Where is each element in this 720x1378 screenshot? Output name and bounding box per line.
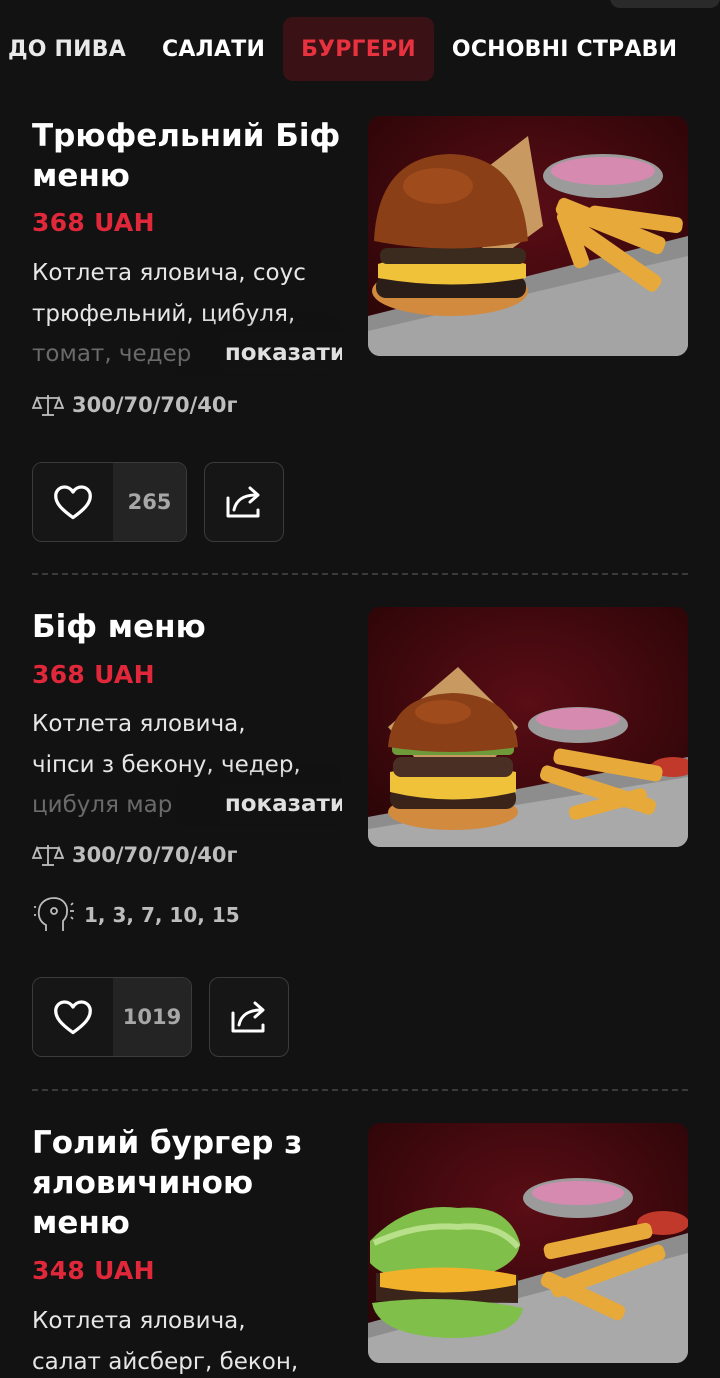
burger-photo-image: [368, 1123, 688, 1363]
dish-weight: 300/70/70/40г: [32, 842, 238, 868]
like-count: 265: [113, 463, 186, 541]
tab-label: ДО ПИВА: [8, 36, 126, 62]
description-line: Котлета яловича, соус: [32, 260, 306, 286]
description-line: чіпси з бекону, чедер,: [32, 751, 301, 778]
dish-price: 368 UAH: [32, 660, 155, 689]
burger-photo-image: [368, 116, 688, 356]
dish-price: 368 UAH: [32, 208, 155, 237]
tab-salaty[interactable]: САЛАТИ: [144, 17, 283, 81]
dish-description: Котлета яловича, чіпси з бекону, чедер, …: [32, 704, 342, 826]
tab-do-pyva[interactable]: ДО ПИВА: [0, 17, 144, 81]
description-line: трюфельний, цибуля,: [32, 300, 296, 327]
dish-photo[interactable]: [368, 1123, 688, 1363]
dish-weight: 300/70/70/40г: [32, 392, 238, 418]
show-more-link[interactable]: показати: [220, 332, 342, 373]
description-line: салат айсберг, бекон,: [32, 1348, 299, 1375]
dish-allergens: 1, 3, 7, 10, 15: [32, 895, 240, 935]
like-button[interactable]: [33, 463, 113, 541]
card-divider: [32, 1089, 688, 1091]
dish-actions: 1019: [32, 977, 289, 1057]
card-divider: [32, 573, 688, 575]
heart-icon: [54, 485, 92, 520]
like-button[interactable]: [33, 978, 113, 1056]
share-icon: [226, 486, 260, 518]
dish-card[interactable]: Біф меню 368 UAH Котлета яловича, чіпси …: [32, 607, 688, 1057]
tab-label: ОСНОВНІ СТРАВИ: [451, 36, 678, 62]
like-count: 1019: [113, 978, 191, 1056]
scales-icon: [32, 845, 64, 866]
allergen-head-icon: [34, 897, 74, 931]
dish-title[interactable]: Голий бургер з яловичиною меню: [32, 1123, 342, 1243]
tab-label: САЛАТИ: [161, 36, 266, 62]
tab-burgery[interactable]: БУРГЕРИ: [283, 17, 434, 81]
dish-price: 348 UAH: [32, 1256, 155, 1285]
dish-title[interactable]: Біф меню: [32, 607, 342, 647]
weight-value: 300/70/70/40г: [72, 393, 238, 417]
burger-photo-image: [368, 607, 688, 847]
dish-card[interactable]: Голий бургер з яловичиною меню 348 UAH К…: [32, 1123, 688, 1378]
scales-icon: [32, 395, 64, 416]
show-more-link[interactable]: показати: [220, 783, 342, 824]
dish-title[interactable]: Трюфельний Біф меню: [32, 116, 342, 196]
weight-value: 300/70/70/40г: [72, 843, 238, 867]
category-tabs: ДО ПИВА САЛАТИ БУРГЕРИ ОСНОВНІ СТРАВИ: [0, 16, 720, 82]
dish-card[interactable]: Трюфельний Біф меню 368 UAH Котлета ялов…: [32, 116, 688, 546]
allergens-value: 1, 3, 7, 10, 15: [84, 903, 240, 927]
menu-page: ДО ПИВА САЛАТИ БУРГЕРИ ОСНОВНІ СТРАВИ Тр…: [0, 0, 720, 1378]
dish-description: Котлета яловича, соус трюфельний, цибуля…: [32, 253, 342, 375]
tab-osnovni-stravy[interactable]: ОСНОВНІ СТРАВИ: [434, 17, 695, 81]
share-button[interactable]: [204, 462, 284, 542]
share-icon: [231, 1001, 265, 1033]
tab-label: БУРГЕРИ: [301, 36, 416, 62]
share-button[interactable]: [209, 977, 289, 1057]
dish-photo[interactable]: [368, 116, 688, 356]
like-control: 1019: [32, 977, 192, 1057]
description-line: Котлета яловича,: [32, 1308, 246, 1334]
dish-actions: 265: [32, 462, 284, 542]
dish-description: Котлета яловича, салат айсберг, бекон,: [32, 1301, 342, 1378]
description-line: Котлета яловича,: [32, 711, 246, 737]
heart-icon: [54, 1000, 92, 1035]
floating-chip[interactable]: [610, 0, 720, 8]
like-control: 265: [32, 462, 187, 542]
dish-photo[interactable]: [368, 607, 688, 847]
